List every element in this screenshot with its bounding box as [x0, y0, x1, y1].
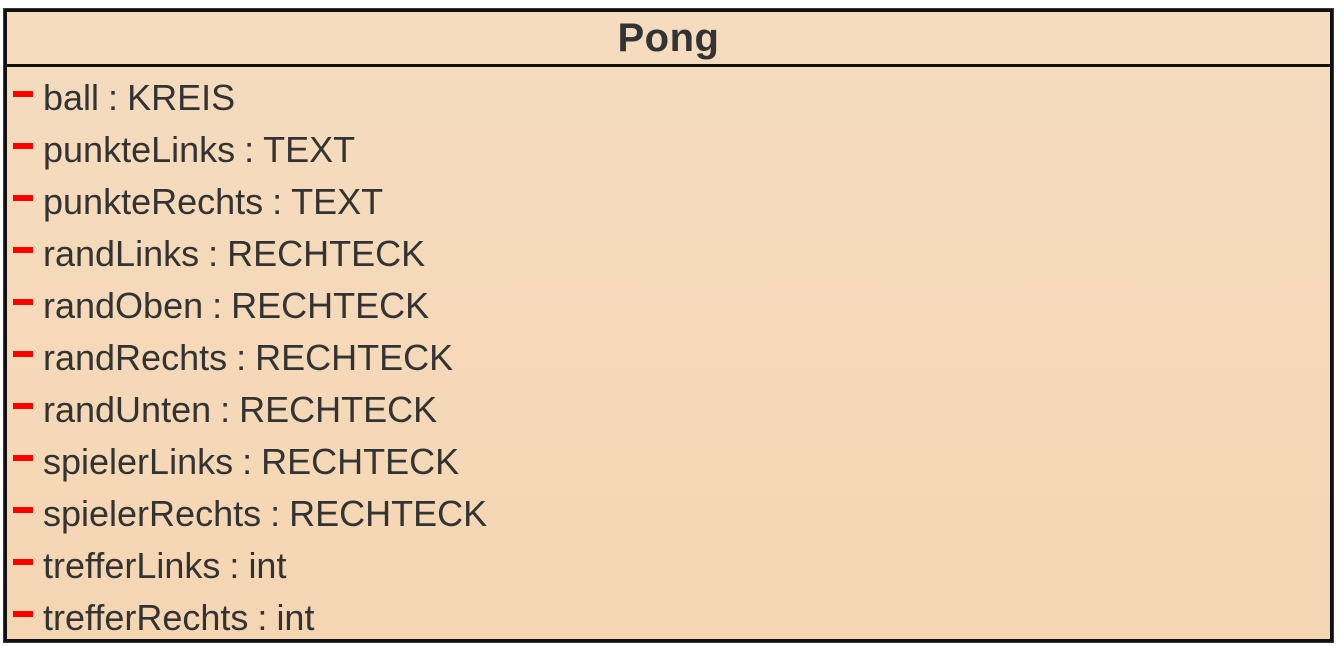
- private-visibility-icon: [13, 351, 33, 357]
- type-separator: :: [108, 77, 119, 118]
- type-separator: :: [244, 129, 255, 170]
- class-header: Pong: [7, 12, 1330, 67]
- private-visibility-icon: [13, 611, 33, 617]
- attribute-row[interactable]: ball: KREIS: [7, 72, 1330, 124]
- attribute-name: randOben: [43, 285, 204, 326]
- attribute-type: int: [248, 545, 287, 586]
- type-separator: :: [272, 181, 283, 222]
- attribute-row[interactable]: punkteLinks: TEXT: [7, 124, 1330, 176]
- type-separator: :: [212, 285, 223, 326]
- type-separator: :: [270, 493, 281, 534]
- attribute-type: RECHTECK: [261, 441, 460, 482]
- attribute-row[interactable]: spielerRechts: RECHTECK: [7, 488, 1330, 540]
- attribute-type: RECHTECK: [289, 493, 488, 534]
- type-separator: :: [257, 597, 268, 638]
- attribute-type: RECHTECK: [255, 337, 454, 378]
- attribute-name: randUnten: [43, 389, 212, 430]
- attribute-row[interactable]: spielerLinks: RECHTECK: [7, 436, 1330, 488]
- private-visibility-icon: [13, 507, 33, 513]
- attribute-name: ball: [43, 77, 100, 118]
- type-separator: :: [220, 389, 231, 430]
- private-visibility-icon: [13, 91, 33, 97]
- type-separator: :: [236, 337, 247, 378]
- class-name: Pong: [617, 15, 720, 60]
- uml-class-box[interactable]: Pong ball: KREIS punkteLinks: TEXT punkteR…: [4, 9, 1333, 642]
- type-separator: :: [208, 233, 219, 274]
- attribute-type: int: [276, 597, 315, 638]
- attribute-row[interactable]: trefferRechts: int: [7, 592, 1330, 644]
- attribute-name: spielerLinks: [43, 441, 234, 482]
- type-separator: :: [242, 441, 253, 482]
- private-visibility-icon: [13, 195, 33, 201]
- attribute-row[interactable]: trefferLinks: int: [7, 540, 1330, 592]
- attribute-type: RECHTECK: [231, 285, 430, 326]
- private-visibility-icon: [13, 143, 33, 149]
- type-separator: :: [229, 545, 240, 586]
- private-visibility-icon: [13, 299, 33, 305]
- attribute-row[interactable]: randLinks: RECHTECK: [7, 228, 1330, 280]
- attribute-type: RECHTECK: [227, 233, 426, 274]
- attribute-type: KREIS: [127, 77, 236, 118]
- attribute-type: TEXT: [263, 129, 356, 170]
- private-visibility-icon: [13, 247, 33, 253]
- attribute-name: randLinks: [43, 233, 200, 274]
- attribute-list: ball: KREIS punkteLinks: TEXT punkteRechts…: [7, 72, 1330, 644]
- attribute-name: punkteLinks: [43, 129, 236, 170]
- attribute-name: randRechts: [43, 337, 228, 378]
- private-visibility-icon: [13, 455, 33, 461]
- private-visibility-icon: [13, 559, 33, 565]
- attribute-type: TEXT: [291, 181, 384, 222]
- attribute-row[interactable]: randUnten: RECHTECK: [7, 384, 1330, 436]
- private-visibility-icon: [13, 403, 33, 409]
- attribute-row[interactable]: randRechts: RECHTECK: [7, 332, 1330, 384]
- attribute-row[interactable]: punkteRechts: TEXT: [7, 176, 1330, 228]
- attribute-name: trefferRechts: [43, 597, 249, 638]
- attribute-type: RECHTECK: [239, 389, 438, 430]
- diagram-canvas: Pong ball: KREIS punkteLinks: TEXT punkteR…: [0, 0, 1339, 646]
- attribute-name: trefferLinks: [43, 545, 221, 586]
- attribute-row[interactable]: randOben: RECHTECK: [7, 280, 1330, 332]
- attribute-name: punkteRechts: [43, 181, 264, 222]
- attribute-name: spielerRechts: [43, 493, 262, 534]
